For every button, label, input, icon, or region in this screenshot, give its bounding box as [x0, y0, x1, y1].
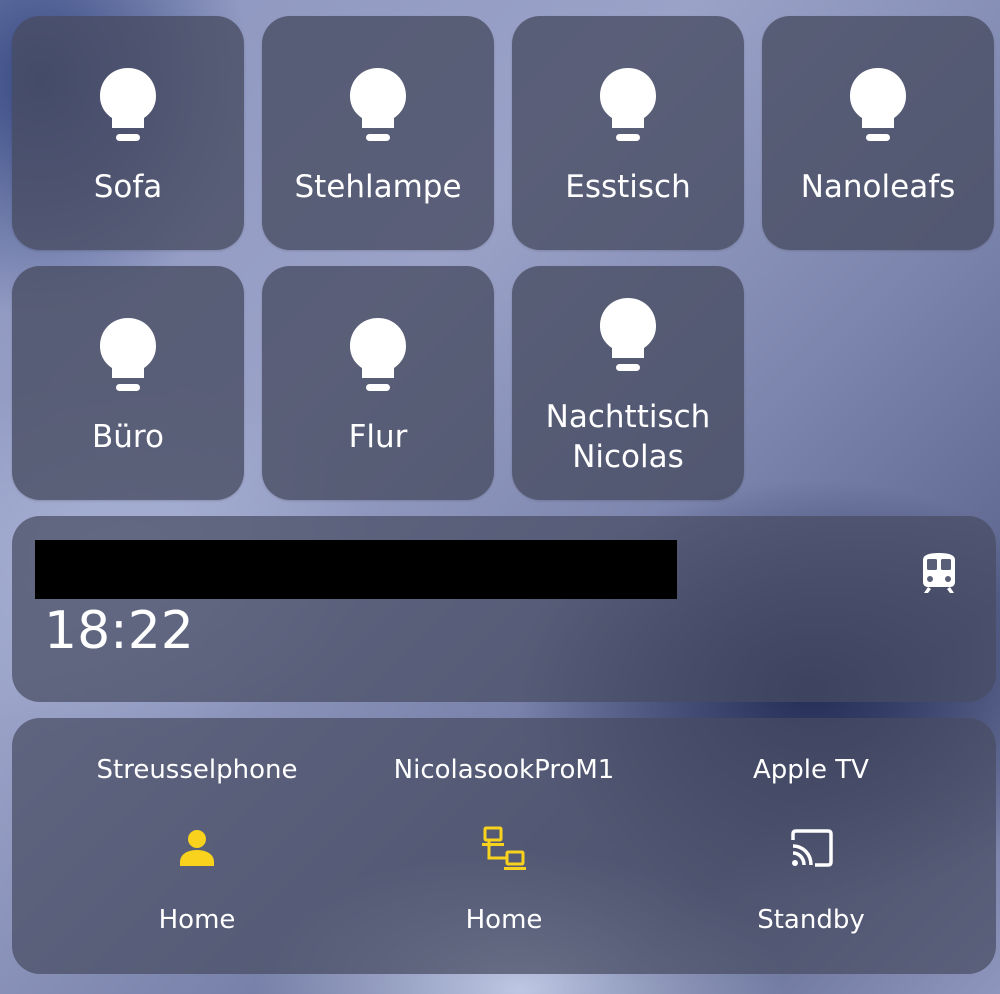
devices-card: Streusselphone Home NicolasookProM1 Home…	[12, 718, 996, 974]
device-state: Home	[465, 905, 543, 935]
device-name: NicolasookProM1	[393, 755, 615, 785]
transit-card[interactable]: 18:22	[12, 516, 996, 702]
lightbulb-icon	[100, 68, 156, 141]
device-nicolasookprom1[interactable]: NicolasookProM1 Home	[344, 718, 664, 974]
light-label: Sofa	[93, 169, 163, 205]
train-icon	[923, 553, 955, 593]
lightbulb-icon	[850, 68, 906, 141]
light-tile-flur[interactable]: Flur	[262, 266, 494, 500]
device-apple-tv[interactable]: Apple TV Standby	[651, 718, 971, 974]
device-state: Standby	[757, 905, 865, 935]
person-icon	[180, 830, 214, 866]
light-label: Esstisch	[565, 169, 691, 205]
light-tile-stehlampe[interactable]: Stehlampe	[262, 16, 494, 250]
light-label-line1: Nachttisch	[545, 399, 711, 435]
lightbulb-icon	[350, 68, 406, 141]
lan-network-icon	[482, 826, 526, 870]
light-tile-sofa[interactable]: Sofa	[12, 16, 244, 250]
light-label: Büro	[92, 419, 164, 455]
device-name: Apple TV	[753, 755, 869, 785]
cast-icon	[791, 829, 833, 867]
departure-time: 18:22	[44, 601, 194, 661]
light-tile-esstisch[interactable]: Esstisch	[512, 16, 744, 250]
light-label: Stehlampe	[294, 169, 462, 205]
device-name: Streusselphone	[96, 755, 298, 785]
device-state: Home	[158, 905, 236, 935]
lightbulb-icon	[600, 68, 656, 141]
lightbulb-icon	[350, 318, 406, 391]
light-label: Flur	[348, 419, 408, 455]
device-streusselphone[interactable]: Streusselphone Home	[37, 718, 357, 974]
light-label: Nanoleafs	[800, 169, 956, 205]
lightbulb-icon	[600, 298, 656, 371]
lightbulb-icon	[100, 318, 156, 391]
light-tile-nanoleafs[interactable]: Nanoleafs	[762, 16, 994, 250]
light-tile-buero[interactable]: Büro	[12, 266, 244, 500]
redacted-text	[35, 540, 677, 599]
light-label-line2: Nicolas	[572, 439, 684, 475]
light-tile-nachttisch-nicolas[interactable]: Nachttisch Nicolas	[512, 266, 744, 500]
